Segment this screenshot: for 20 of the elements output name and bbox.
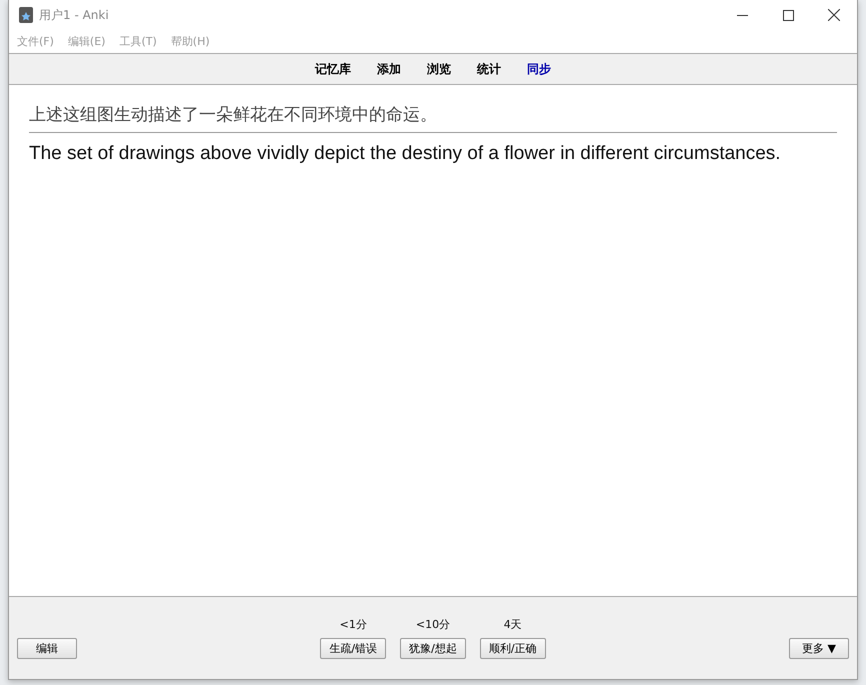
toolbar-link[interactable]: 记忆库 [315,60,351,78]
interval-label: 4天 [504,617,522,632]
window-title: 用户1 - Anki [39,6,110,24]
more-button[interactable]: 更多 ▼ [789,638,849,659]
edit-button[interactable]: 编辑 [17,638,77,659]
answer-button[interactable]: 生疏/错误 [320,638,386,659]
question-text: 上述这组图生动描述了一朵鲜花在不同环境中的命运。 [29,103,837,133]
interval-label: <1分 [340,617,367,632]
maximize-icon[interactable] [782,10,794,20]
answer-button[interactable]: 顺利/正确 [480,638,546,659]
close-icon[interactable] [828,9,840,21]
toolbar-link[interactable]: 添加 [377,60,401,78]
toolbar-link[interactable]: 统计 [477,60,501,78]
answer-button[interactable]: 犹豫/想起 [400,638,466,659]
interval-label: <10分 [416,617,450,632]
minimize-icon[interactable] [736,14,748,16]
toolbar-link[interactable]: 浏览 [427,60,451,78]
app-icon [19,7,33,23]
answer-text: The set of drawings above vividly depict the destiny of a flower in different circumstances. [29,143,782,165]
toolbar-link[interactable]: 同步 [527,60,551,78]
